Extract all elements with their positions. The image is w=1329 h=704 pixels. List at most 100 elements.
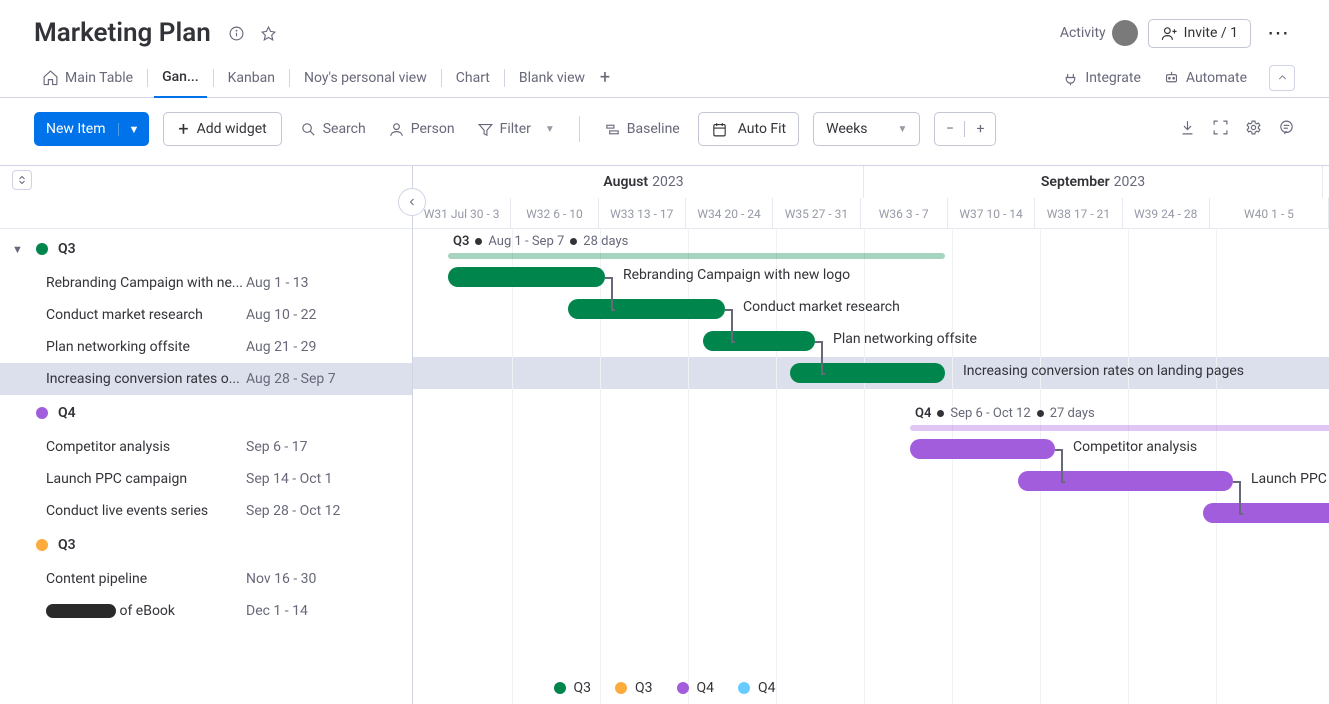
gantt-body[interactable]: Q3Aug 1 - Sep 728 daysRebranding Campaig… (413, 229, 1329, 704)
gantt-bar[interactable] (790, 363, 945, 383)
zoom-in-button[interactable]: + (965, 121, 995, 137)
legend-item: Q4 (677, 680, 715, 696)
activity-button[interactable]: Activity (1060, 20, 1138, 46)
robot-icon (1163, 69, 1180, 86)
timescale-select[interactable]: Weeks▼ (813, 112, 920, 146)
tab-personal[interactable]: Noy's personal view (296, 58, 435, 98)
star-icon[interactable] (257, 21, 281, 45)
avatar (1112, 20, 1138, 46)
week-header: W37 10 - 14 (948, 198, 1035, 229)
week-header: W33 13 - 17 (599, 198, 686, 229)
expand-icon[interactable] (1212, 119, 1229, 140)
collapse-header-button[interactable] (1269, 65, 1295, 91)
info-icon[interactable] (225, 21, 249, 45)
tab-main-table[interactable]: Main Table (34, 58, 141, 98)
task-name: Content pipeline (46, 571, 246, 587)
page-title: Marketing Plan (34, 18, 211, 48)
baseline-button[interactable]: Baseline (600, 121, 684, 138)
week-header: W34 20 - 24 (686, 198, 773, 229)
task-name: Conduct market research (46, 307, 246, 323)
gantt-bar-label: Launch PPC ( (1251, 471, 1329, 487)
group-row[interactable]: ▼Q3 (0, 231, 412, 267)
task-date: Nov 16 - 30 (246, 571, 316, 587)
integrate-button[interactable]: Integrate (1062, 69, 1141, 86)
person-filter-button[interactable]: Person (384, 121, 459, 138)
calendar-icon (711, 121, 728, 138)
month-header: September 2023 (864, 166, 1323, 198)
tab-blank[interactable]: Blank view (511, 58, 593, 98)
task-name: Plan networking offsite (46, 339, 246, 355)
week-header: W40 1 - 5 (1210, 198, 1329, 229)
chevron-down-icon[interactable]: ▼ (118, 123, 150, 136)
collapse-groups-button[interactable] (12, 170, 32, 190)
task-date: Aug 10 - 22 (246, 307, 316, 323)
task-list-pane: ▼Q3Rebranding Campaign with ne...Aug 1 -… (0, 166, 413, 704)
search-button[interactable]: Search (296, 121, 370, 138)
task-row[interactable]: Content pipelineNov 16 - 30 (0, 563, 412, 595)
gantt-bar[interactable] (448, 267, 605, 287)
collapse-pane-button[interactable] (398, 188, 426, 216)
week-header: W38 17 - 21 (1035, 198, 1122, 229)
invite-label: Invite / 1 (1184, 25, 1238, 41)
gantt-bar[interactable] (568, 299, 725, 319)
settings-icon[interactable] (1245, 119, 1262, 140)
autofit-button[interactable]: Auto Fit (698, 112, 799, 146)
zoom-out-button[interactable]: − (935, 121, 965, 137)
gantt-bar[interactable] (703, 331, 815, 351)
task-date: Sep 6 - 17 (246, 439, 308, 455)
gantt-bar-label: Increasing conversion rates on landing p… (963, 363, 1244, 379)
task-name: Increasing conversion rates o... (46, 371, 246, 387)
task-date: Sep 28 - Oct 12 (246, 503, 340, 519)
task-row[interactable]: Increasing conversion rates o...Aug 28 -… (0, 363, 412, 395)
week-header: W31 Jul 30 - 3 (413, 198, 511, 229)
task-row[interactable]: Plan networking offsiteAug 21 - 29 (0, 331, 412, 363)
gantt-bar[interactable] (1018, 471, 1233, 491)
tab-chart[interactable]: Chart (448, 58, 498, 98)
add-widget-button[interactable]: +Add widget (163, 112, 281, 146)
month-header: August 2023 (424, 166, 864, 198)
group-row[interactable]: Q4 (0, 395, 412, 431)
task-row[interactable]: Conduct market researchAug 10 - 22 (0, 299, 412, 331)
add-tab-button[interactable]: + (593, 67, 617, 88)
task-row[interactable]: Launch PPC campaignSep 14 - Oct 1 (0, 463, 412, 495)
gantt-bar-label: Competitor analysis (1073, 439, 1197, 455)
new-item-button[interactable]: New Item▼ (34, 112, 149, 146)
activity-label: Activity (1060, 25, 1106, 41)
group-row[interactable]: Q3 (0, 527, 412, 563)
task-row[interactable]: of eBookDec 1 - 14 (0, 595, 412, 627)
gantt-bar-label: Plan networking offsite (833, 331, 977, 347)
comment-icon[interactable] (1278, 119, 1295, 140)
task-name: Launch PPC campaign (46, 471, 246, 487)
filter-button[interactable]: Filter▼ (473, 121, 559, 138)
person-icon (388, 121, 405, 138)
task-name: Competitor analysis (46, 439, 246, 455)
search-icon (300, 121, 317, 138)
legend-item: Q4 (738, 680, 776, 696)
invite-icon (1161, 25, 1178, 42)
zoom-control: − + (934, 112, 996, 146)
task-name: Conduct live events series (46, 503, 246, 519)
tab-kanban[interactable]: Kanban (220, 58, 283, 98)
task-date: Aug 1 - 13 (246, 275, 309, 291)
task-date: Sep 14 - Oct 1 (246, 471, 333, 487)
week-header: W35 27 - 31 (773, 198, 860, 229)
more-icon[interactable]: ⋯ (1261, 21, 1295, 46)
task-name: Rebranding Campaign with ne... (46, 275, 246, 291)
gantt-bar[interactable] (910, 439, 1055, 459)
task-row[interactable]: Rebranding Campaign with ne...Aug 1 - 13 (0, 267, 412, 299)
task-row[interactable]: Competitor analysisSep 6 - 17 (0, 431, 412, 463)
task-row[interactable]: Conduct live events seriesSep 28 - Oct 1… (0, 495, 412, 527)
automate-button[interactable]: Automate (1163, 69, 1247, 86)
download-icon[interactable] (1179, 119, 1196, 140)
task-date: Aug 21 - 29 (246, 339, 316, 355)
group-summary-bar[interactable] (448, 253, 945, 259)
home-icon (42, 69, 59, 86)
legend: Q3Q3Q4Q4 (554, 680, 776, 696)
group-summary-bar[interactable] (910, 425, 1329, 431)
invite-button[interactable]: Invite / 1 (1148, 19, 1251, 48)
group-summary-label: Q3Aug 1 - Sep 728 days (453, 234, 628, 249)
plug-icon (1062, 69, 1079, 86)
filter-icon (477, 121, 494, 138)
gantt-bar[interactable] (1203, 503, 1329, 523)
tab-gantt[interactable]: Gan... (154, 58, 207, 98)
